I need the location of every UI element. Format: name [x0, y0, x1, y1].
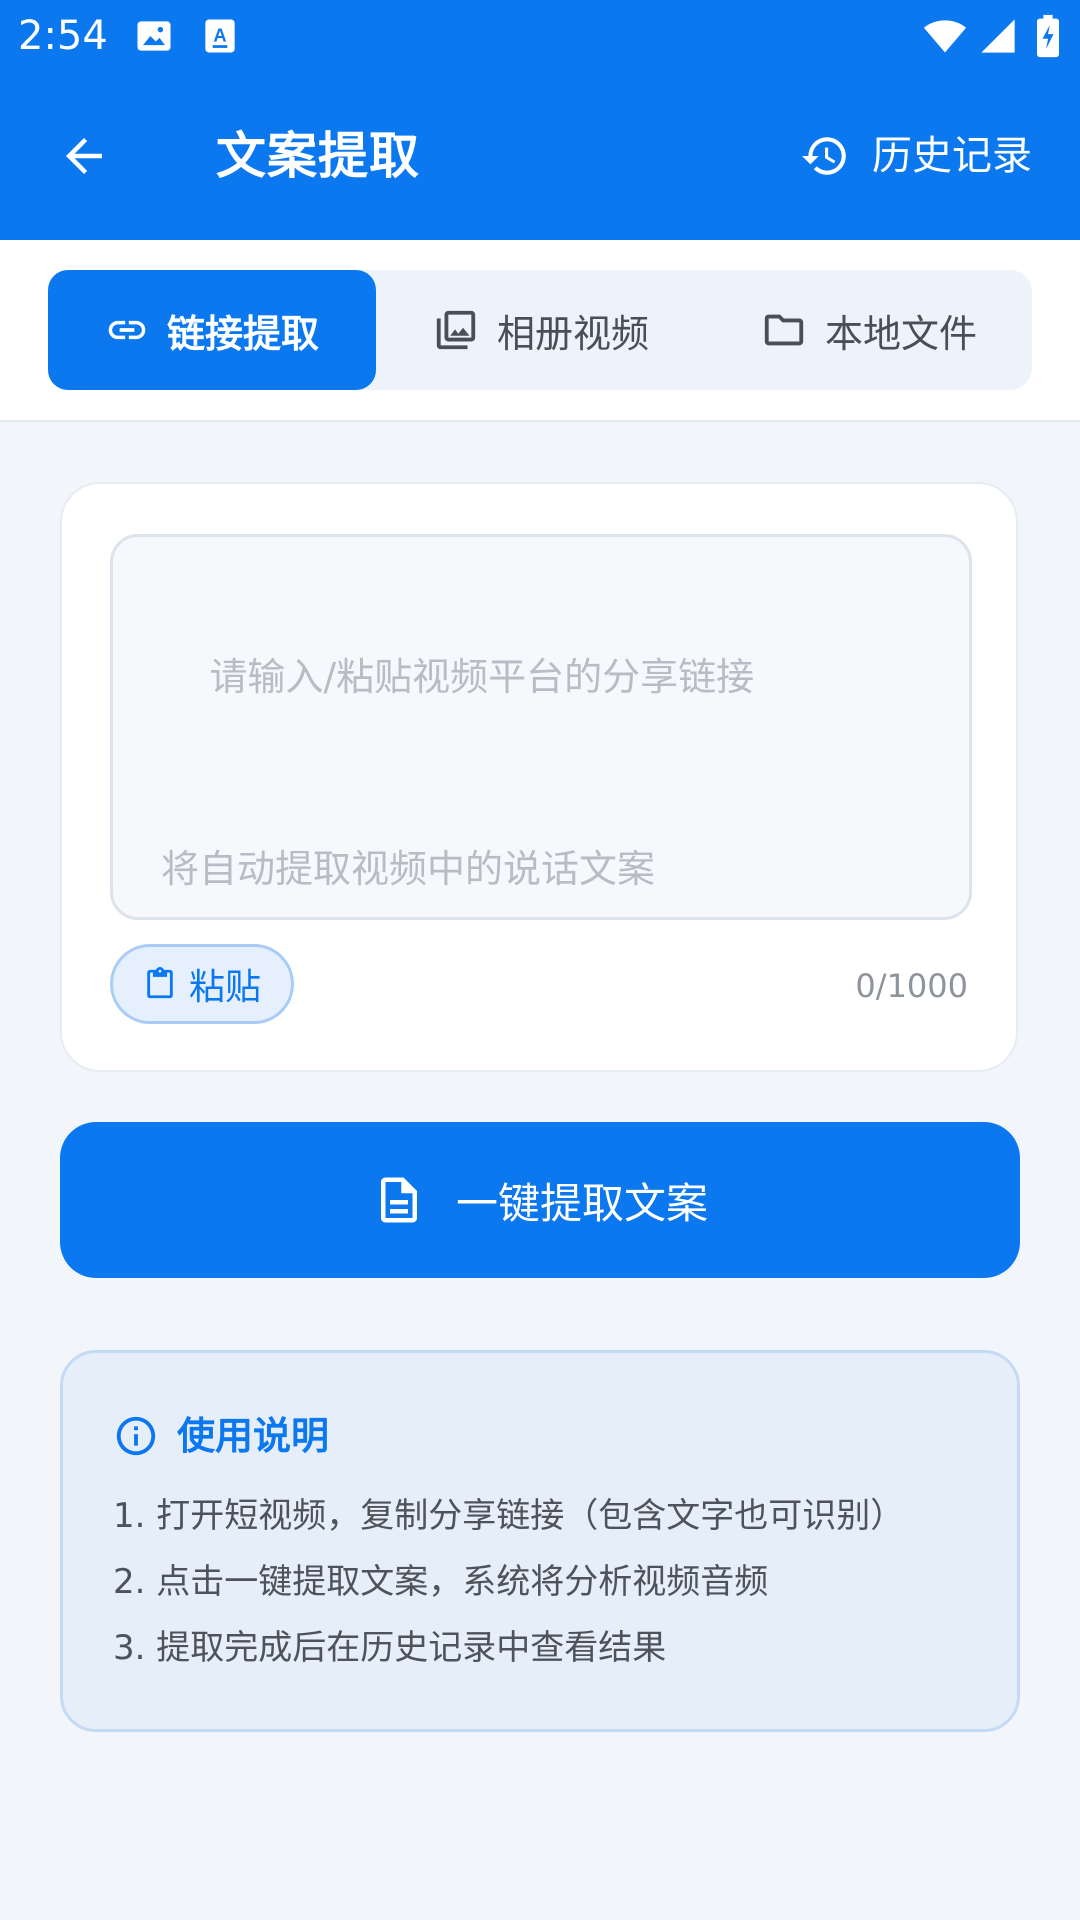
- wifi-icon: [923, 20, 967, 53]
- link-input[interactable]: 请输入/粘贴视频平台的分享链接 将自动提取视频中的说话文案: [110, 534, 972, 920]
- history-button[interactable]: 历史记录: [800, 126, 1032, 186]
- folder-icon: [764, 314, 804, 346]
- history-label: 历史记录: [872, 133, 1032, 179]
- placeholder-line-2: 将自动提取视频中的说话文案: [161, 847, 656, 891]
- cell-signal-icon: [981, 19, 1015, 53]
- back-button[interactable]: [54, 126, 114, 186]
- instructions-title: 使用说明: [177, 1414, 330, 1458]
- paste-label: 粘贴: [188, 967, 261, 1008]
- app-header: 2:54 A 文案提取 历史记录: [0, 0, 1080, 240]
- tab-album-video[interactable]: 相册视频: [376, 270, 706, 390]
- placeholder-line-1: 请输入/粘贴视频平台的分享链接: [209, 655, 755, 699]
- extract-button[interactable]: 一键提取文案: [60, 1122, 1020, 1278]
- status-time: 2:54: [18, 13, 108, 59]
- clipboard-icon: [147, 967, 173, 999]
- character-counter: 0/1000: [855, 967, 968, 1005]
- link-input-card: 请输入/粘贴视频平台的分享链接 将自动提取视频中的说话文案 粘贴 0/1000: [60, 482, 1018, 1072]
- page-title: 文案提取: [216, 127, 420, 185]
- instruction-item: 3. 提取完成后在历史记录中查看结果: [113, 1628, 667, 1668]
- tab-link-extract[interactable]: 链接提取: [48, 270, 376, 390]
- image-icon: [137, 21, 171, 51]
- svg-text:A: A: [213, 25, 226, 46]
- paste-button[interactable]: 粘贴: [110, 944, 294, 1024]
- extract-label: 一键提取文案: [455, 1178, 708, 1228]
- info-icon: [116, 1416, 156, 1456]
- link-icon: [108, 320, 146, 340]
- instructions-list: 1. 打开短视频，复制分享链接（包含文字也可识别） 2. 点击一键提取文案，系统…: [113, 1483, 904, 1681]
- instruction-item: 1. 打开短视频，复制分享链接（包含文字也可识别）: [113, 1496, 905, 1536]
- battery-charging-icon: [1037, 14, 1059, 58]
- tab-local-file[interactable]: 本地文件: [706, 270, 1032, 390]
- text-recognition-icon: A: [205, 19, 235, 53]
- tab-label: 相册视频: [496, 311, 649, 356]
- tab-label: 本地文件: [824, 311, 977, 356]
- instructions-header: 使用说明: [113, 1409, 329, 1463]
- photo-library-icon: [436, 310, 476, 350]
- instruction-item: 2. 点击一键提取文案，系统将分析视频音频: [113, 1562, 769, 1602]
- history-icon: [802, 137, 846, 175]
- source-tabs: 链接提取 相册视频 本地文件: [48, 270, 1032, 390]
- tab-label: 链接提取: [166, 311, 319, 356]
- document-icon: [380, 1177, 417, 1223]
- arrow-left-icon: [66, 138, 102, 174]
- instructions-card: 使用说明 1. 打开短视频，复制分享链接（包含文字也可识别） 2. 点击一键提取…: [60, 1350, 1020, 1732]
